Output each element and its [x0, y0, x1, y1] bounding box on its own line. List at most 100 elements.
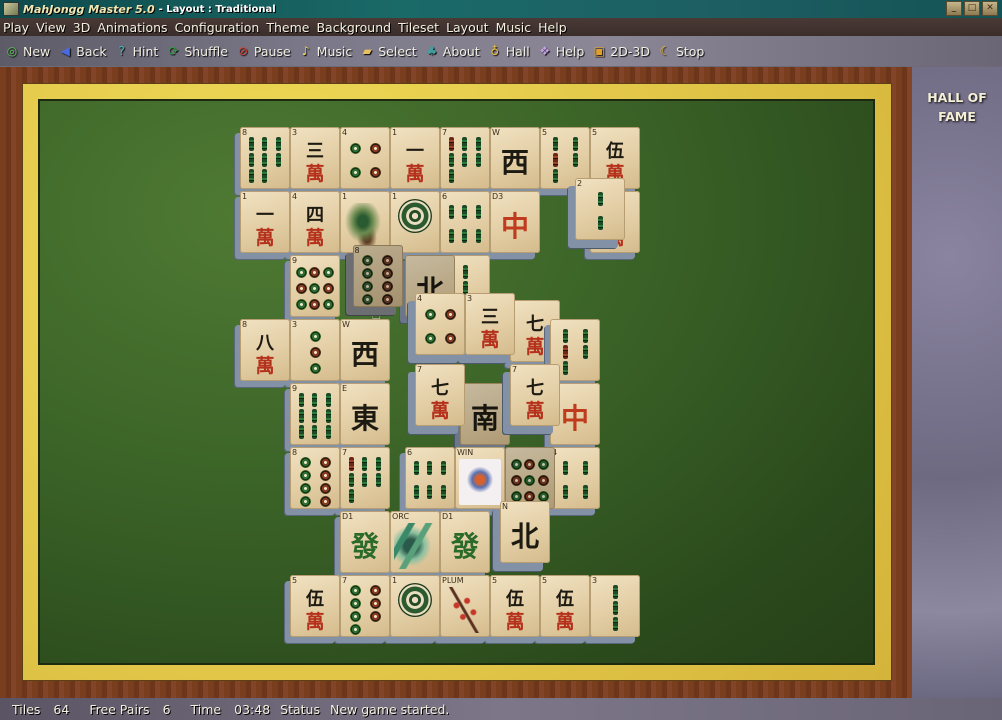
mahjong-tile[interactable]: 1一萬	[390, 127, 440, 189]
mahjong-tile[interactable]: W西	[490, 127, 540, 189]
mahjong-tile[interactable]: 4	[340, 127, 390, 189]
bamboo-pip-icon	[562, 361, 568, 375]
mahjong-tile[interactable]: 4四萬	[290, 191, 340, 253]
circle-pip-icon	[537, 458, 549, 470]
mahjong-tile[interactable]: 5伍萬	[540, 575, 590, 637]
bamboo-pip-icon	[249, 137, 255, 151]
toolbar-music-button[interactable]: ♪ Music	[299, 43, 353, 59]
toolbar-stop-button[interactable]: ☾ Stop	[658, 43, 705, 59]
mahjong-tile[interactable]: 7	[440, 127, 490, 189]
orchid-art-icon	[394, 523, 436, 569]
tile-index-label: 4	[417, 294, 423, 304]
bamboo-pip-icon	[449, 205, 455, 219]
mahjong-tile[interactable]: ORC	[390, 511, 440, 573]
bamboo-pip-icon	[414, 461, 420, 475]
mahjong-tile[interactable]: 6	[405, 447, 455, 509]
bamboo-pip-icon	[462, 153, 468, 167]
tile-index-label: D1	[442, 512, 454, 521]
mahjong-tile[interactable]: 4	[550, 447, 600, 509]
toolbar-2d-3d-button[interactable]: ▣ 2D-3D	[592, 44, 650, 59]
toolbar-about-button[interactable]: ♣ About	[425, 44, 479, 59]
bamboo-pip-icon	[462, 265, 468, 279]
mahjong-tile[interactable]: 8八萬	[240, 319, 290, 381]
menu-3d[interactable]: 3D	[73, 20, 91, 35]
circle-pip-icon	[362, 255, 373, 267]
tile-index-label: 1	[242, 192, 248, 201]
toolbar-pause-button[interactable]: ⊘ Pause	[236, 44, 291, 59]
menu-play[interactable]: Play	[3, 20, 29, 35]
mahjong-tile[interactable]: 7七萬	[415, 363, 465, 426]
mahjong-tile[interactable]	[505, 447, 555, 509]
mahjong-tile[interactable]: 9	[290, 383, 340, 445]
mahjong-tile[interactable]: 1	[340, 191, 390, 253]
menu-music[interactable]: Music	[496, 20, 532, 35]
minimize-button[interactable]: _	[946, 1, 962, 16]
menu-animations[interactable]: Animations	[97, 20, 167, 35]
mahjong-tile[interactable]: D3 中	[490, 191, 540, 253]
bamboo-pip-icon	[475, 229, 481, 243]
circle-pip-icon	[319, 483, 331, 494]
mahjong-tile[interactable]: 7	[340, 447, 390, 509]
toolbar-help-button[interactable]: ❖ Help	[538, 44, 584, 59]
mahjong-tile[interactable]: 7	[340, 575, 390, 637]
toolbar-hall-button[interactable]: ♁ Hall	[488, 44, 529, 59]
close-button[interactable]: ✕	[982, 1, 998, 16]
mahjong-tile[interactable]: 1	[390, 575, 440, 637]
tile-index-label: PLUM	[442, 576, 464, 585]
circle-pip-icon	[322, 298, 334, 310]
mahjong-tile[interactable]: 8	[290, 447, 340, 509]
menu-tileset[interactable]: Tileset	[398, 20, 439, 35]
tile-wan-glyph: 萬	[305, 227, 325, 249]
tile-index-label: 4	[292, 192, 298, 201]
mahjong-tile[interactable]: 5伍萬	[290, 575, 340, 637]
menu-layout[interactable]: Layout	[446, 20, 489, 35]
mahjong-tile[interactable]: W西	[340, 319, 390, 381]
toolbar-shuffle-button[interactable]: ⟳ Shuffle	[166, 44, 228, 59]
toolbar-select-button[interactable]: ▰ Select	[360, 44, 417, 59]
mahjong-tile[interactable]: 3三萬	[290, 127, 340, 189]
circle-pip-icon	[369, 611, 381, 622]
maximize-button[interactable]: □	[964, 1, 980, 16]
hall-of-fame-button[interactable]: HALL OF FAME	[912, 88, 1002, 126]
mahjong-tile[interactable]: 1一萬	[240, 191, 290, 253]
mahjong-tile[interactable]: 3	[590, 575, 640, 637]
mahjong-tile[interactable]: 2	[575, 178, 625, 241]
mahjong-tile[interactable]: 9	[290, 255, 340, 317]
menu-view[interactable]: View	[36, 20, 66, 35]
mahjong-tile[interactable]: 3三萬	[465, 293, 515, 356]
mahjong-tile[interactable]: 8	[352, 245, 403, 308]
mahjong-tile[interactable]: 7七萬	[510, 363, 560, 426]
bamboo-pip-icon	[275, 137, 281, 151]
mahjong-tile[interactable]: 1	[390, 191, 440, 253]
mahjong-tile[interactable]: 5伍萬	[490, 575, 540, 637]
mahjong-tile[interactable]: D1 發	[440, 511, 490, 573]
mahjong-tile[interactable]: E東	[340, 383, 390, 445]
bamboo-pip-icon	[312, 425, 318, 439]
wind-glyph: 西	[500, 146, 529, 179]
mahjong-tile[interactable]: PLUM	[440, 575, 490, 637]
mahjong-tile[interactable]: WIN	[455, 447, 505, 509]
circle-pip-icon	[309, 282, 321, 294]
app-name: MahJongg Master 5.0	[23, 2, 155, 16]
toolbar-label: Music	[316, 43, 353, 59]
mahjong-tile[interactable]: 南	[460, 383, 510, 445]
menu-background[interactable]: Background	[316, 20, 391, 35]
toolbar-label: Stop	[675, 43, 705, 59]
mahjong-tile[interactable]: 3	[290, 319, 340, 381]
tile-index-label: 1	[392, 576, 398, 585]
menu-theme[interactable]: Theme	[266, 20, 309, 35]
mahjong-tile[interactable]: D1 發	[340, 511, 390, 573]
toolbar-back-button[interactable]: ◀ Back	[58, 44, 107, 59]
mahjong-tile[interactable]: 6	[440, 191, 490, 253]
bamboo-pip-icon	[299, 409, 305, 423]
toolbar-new-button[interactable]: ◎ New	[5, 44, 51, 59]
mahjong-tile[interactable]: 8	[240, 127, 290, 189]
menu-help[interactable]: Help	[538, 20, 567, 35]
mahjong-tile[interactable]: N北	[500, 501, 550, 564]
menu-configuration[interactable]: Configuration	[175, 20, 260, 35]
mahjong-tile[interactable]: 4	[415, 293, 465, 356]
tile-index-label: 7	[512, 364, 518, 374]
toolbar-hint-button[interactable]: ? Hint	[115, 44, 158, 59]
dragon-glyph: 發	[450, 530, 479, 563]
tile-index-label: 8	[242, 320, 248, 329]
